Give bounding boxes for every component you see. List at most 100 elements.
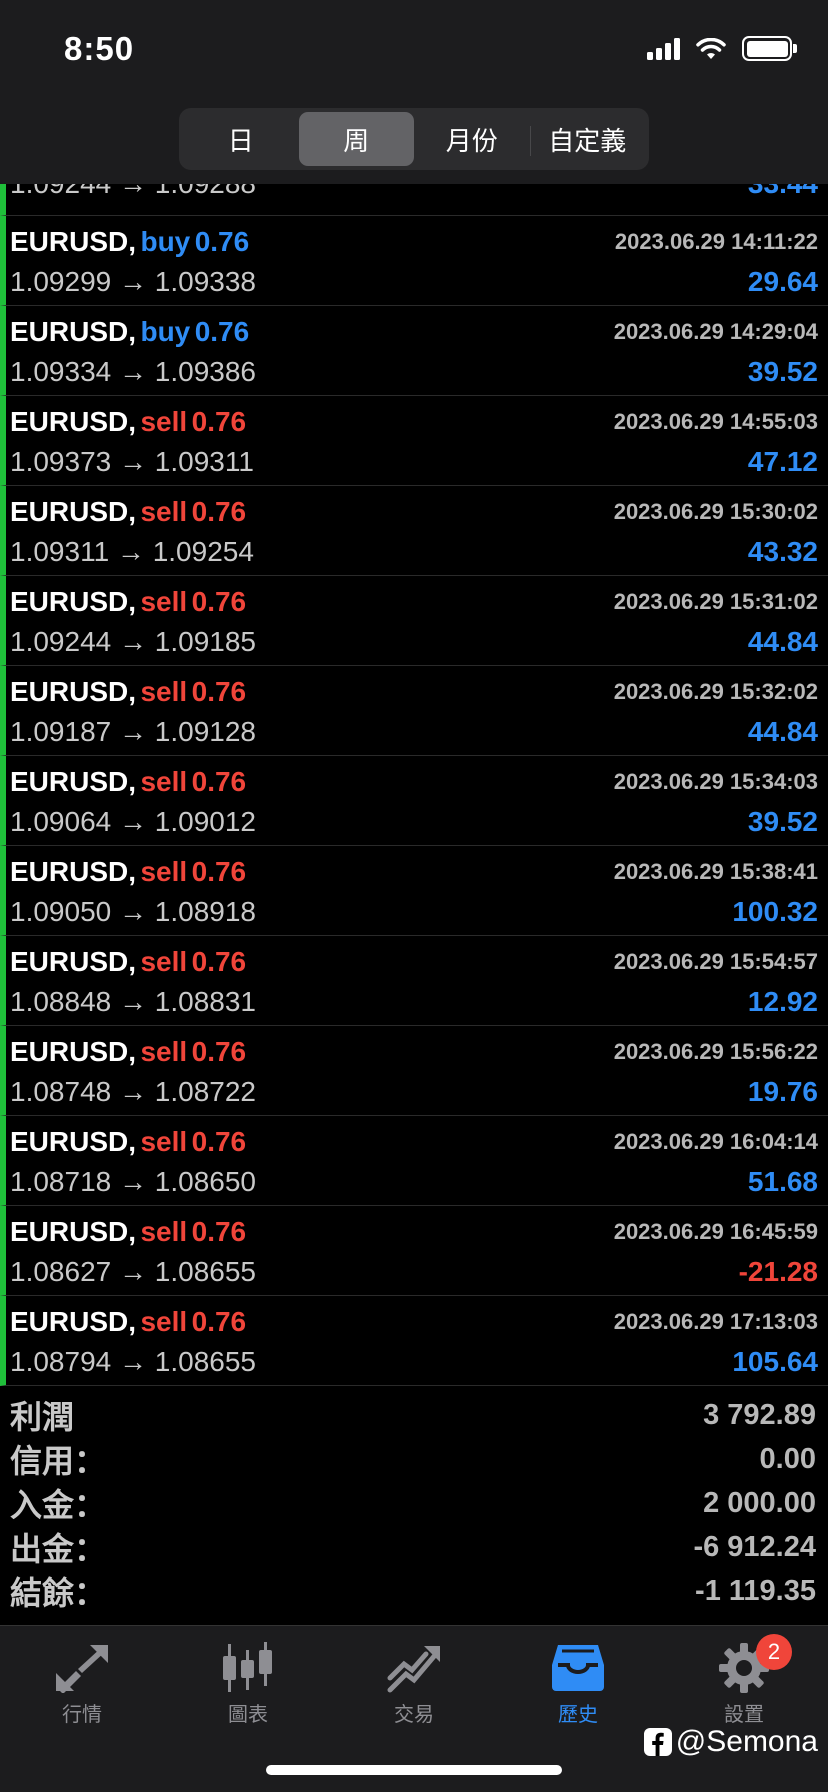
trade-time: 2023.06.29 15:30:02 (613, 499, 818, 524)
trade-side: sell (140, 1036, 188, 1067)
trade-volume: 0.76 (191, 946, 247, 977)
trade-prices: 1.08748 → 1.08722 (10, 1076, 256, 1107)
trade-side: sell (140, 856, 188, 887)
trade-side: sell (140, 676, 188, 707)
period-tab-label: 自定義 (548, 125, 627, 156)
trade-prices: 1.09299 → 1.09338 (10, 266, 256, 297)
period-tab-day[interactable]: 日 (183, 112, 299, 166)
trade-side: sell (140, 766, 188, 797)
trade-prices: 1.09334 → 1.09386 (10, 356, 256, 387)
trade-prices: 1.09244 → 1.09288 (10, 184, 256, 200)
summary-value: 2 000.00 (703, 1486, 816, 1519)
trade-time: 2023.06.29 15:31:02 (613, 589, 818, 614)
summary-label: 利潤 (10, 1399, 75, 1435)
segment-divider (529, 126, 531, 156)
summary-value: -6 912.24 (693, 1530, 816, 1563)
header: 8:50 日 周 月份 自定義 (0, 0, 828, 184)
trade-profit: 39.52 (747, 356, 818, 387)
history-tray-icon (548, 1640, 608, 1696)
summary-label: 信用： (10, 1443, 107, 1479)
trade-side: sell (140, 946, 188, 977)
trade-row[interactable]: EURUSD, sell 0.76 2023.06.29 15:31:02 1.0… (0, 576, 828, 666)
facebook-icon (643, 1728, 672, 1756)
trade-symbol: EURUSD, (10, 1036, 137, 1067)
history-screen: 8:50 日 周 月份 自定義 1.09244 → 1.0 (0, 0, 828, 1792)
trade-time: 2023.06.29 15:56:22 (613, 1039, 818, 1064)
trade-profit: 12.92 (747, 986, 818, 1017)
trade-row[interactable]: EURUSD, sell 0.76 2023.06.29 15:34:03 1.0… (0, 756, 828, 846)
trade-side: buy (140, 226, 191, 257)
trade-time: 2023.06.29 14:55:03 (613, 409, 818, 434)
trade-side: buy (140, 316, 191, 347)
period-tab-month[interactable]: 月份 (414, 112, 530, 166)
trade-profit: 33.44 (748, 184, 818, 200)
summary-deposit-row: 入金： 2 000.00 (0, 1481, 828, 1525)
trade-prices: 1.08627 → 1.08655 (10, 1256, 256, 1287)
trade-volume: 0.76 (194, 316, 250, 347)
trade-symbol: EURUSD, (10, 1216, 137, 1247)
trade-time: 2023.06.29 15:38:41 (613, 859, 818, 884)
candlestick-chart-icon (218, 1640, 278, 1696)
trade-profit: 47.12 (747, 446, 818, 477)
trade-row[interactable]: EURUSD, sell 0.76 2023.06.29 17:13:03 1.0… (0, 1296, 828, 1386)
tab-label: 交易 (394, 1704, 434, 1726)
trade-prices: 1.09311 → 1.09254 (10, 536, 254, 567)
trade-time: 2023.06.29 14:29:04 (613, 319, 818, 344)
trade-row[interactable]: EURUSD, sell 0.76 2023.06.29 16:04:14 1.0… (0, 1116, 828, 1206)
trade-symbol: EURUSD, (10, 856, 137, 887)
period-segmented-control: 日 周 月份 自定義 (179, 108, 649, 170)
trade-profit: 39.52 (747, 806, 818, 837)
trade-prices: 1.09064 → 1.09012 (10, 806, 256, 837)
trade-symbol: EURUSD, (10, 676, 137, 707)
trade-row[interactable]: EURUSD, sell 0.76 2023.06.29 15:30:02 1.0… (0, 486, 828, 576)
home-indicator[interactable] (266, 1765, 562, 1775)
trade-row[interactable]: EURUSD, sell 0.76 2023.06.29 15:38:41 1.0… (0, 846, 828, 936)
period-tab-label: 月份 (445, 125, 498, 156)
tab-label: 行情 (62, 1704, 102, 1726)
trade-row[interactable]: EURUSD, buy 0.76 2023.06.29 14:29:04 1.09… (0, 306, 828, 396)
tab-label: 設置 (724, 1704, 764, 1726)
period-tab-custom[interactable]: 自定義 (529, 112, 646, 166)
tab-settings[interactable]: 2 設置 (684, 1634, 804, 1727)
tab-trade[interactable]: 交易 (354, 1640, 474, 1727)
trade-profit: 43.32 (747, 536, 818, 567)
trade-side: sell (140, 586, 188, 617)
notification-badge: 2 (756, 1634, 792, 1670)
summary-balance-row: 結餘： -1 119.35 (0, 1569, 828, 1613)
trade-profit: 105.64 (732, 1346, 818, 1377)
trade-volume: 0.76 (191, 1306, 247, 1337)
trade-side: sell (140, 1126, 188, 1157)
trade-prices: 1.09373 → 1.09311 (10, 446, 254, 477)
trade-row[interactable]: EURUSD, sell 0.76 2023.06.29 16:45:59 1.0… (0, 1206, 828, 1296)
trade-time: 2023.06.29 16:45:59 (613, 1219, 818, 1244)
trade-row[interactable]: EURUSD, sell 0.76 2023.06.29 14:55:03 1.0… (0, 396, 828, 486)
trade-volume: 0.76 (191, 1036, 247, 1067)
trade-profit: 19.76 (747, 1076, 818, 1107)
period-tab-week[interactable]: 周 (298, 112, 414, 166)
summary-withdrawal-row: 出金： -6 912.24 (0, 1525, 828, 1569)
trade-symbol: EURUSD, (10, 586, 137, 617)
wifi-icon (696, 37, 726, 60)
trade-profit: 100.32 (732, 896, 818, 927)
tab-history[interactable]: 歷史 (518, 1640, 638, 1727)
trade-volume: 0.76 (191, 676, 247, 707)
trade-symbol: EURUSD, (10, 1306, 137, 1337)
status-time: 8:50 (64, 30, 135, 67)
quotes-arrows-icon (52, 1640, 112, 1696)
trade-time: 2023.06.29 15:54:57 (613, 949, 818, 974)
summary-profit-row: 利潤 3 792.89 (0, 1393, 828, 1437)
trade-row[interactable]: 1.09244 → 1.09288 33.44 (0, 184, 828, 216)
tab-quotes[interactable]: 行情 (22, 1640, 142, 1727)
tab-chart[interactable]: 圖表 (188, 1640, 308, 1727)
trade-row[interactable]: EURUSD, sell 0.76 2023.06.29 15:32:02 1.0… (0, 666, 828, 756)
trade-row[interactable]: EURUSD, sell 0.76 2023.06.29 15:56:22 1.0… (0, 1026, 828, 1116)
summary-label: 入金： (10, 1487, 107, 1523)
trade-row[interactable]: EURUSD, sell 0.76 2023.06.29 15:54:57 1.0… (0, 936, 828, 1026)
summary-label: 出金： (10, 1531, 107, 1567)
tab-label: 圖表 (228, 1704, 268, 1726)
trade-prices: 1.09050 → 1.08918 (10, 896, 256, 927)
trade-row[interactable]: EURUSD, buy 0.76 2023.06.29 14:11:22 1.09… (0, 216, 828, 306)
trade-volume: 0.76 (191, 496, 247, 527)
trade-symbol: EURUSD, (10, 496, 137, 527)
watermark-text: @Semona (675, 1725, 818, 1758)
